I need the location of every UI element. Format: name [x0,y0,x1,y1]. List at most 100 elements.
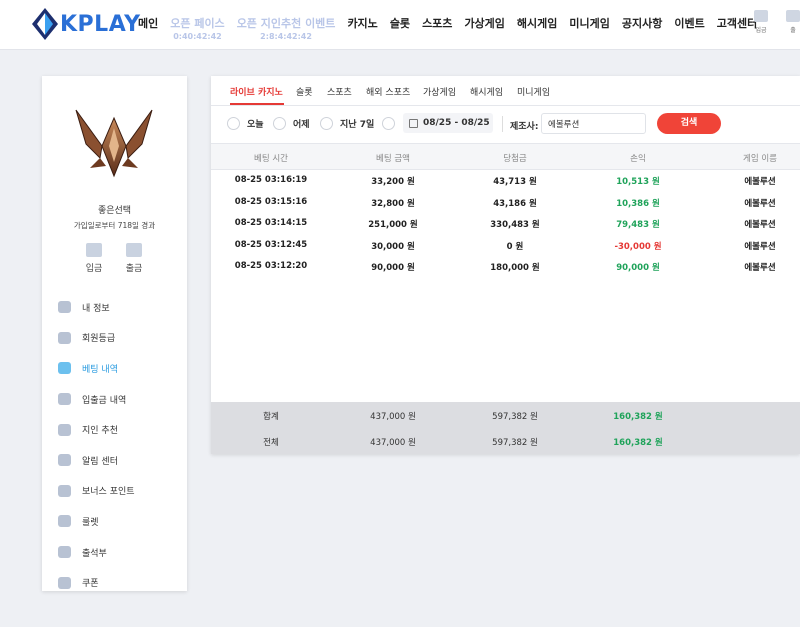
coupon-icon [58,576,71,589]
summary-row-subtotal: 합계 437,000 원 597,382 원 160,382 원 [211,402,800,428]
nav-item-casino[interactable]: 카지노 [347,0,377,31]
roulette-icon [58,515,71,528]
nav-item-main[interactable]: 메인 [138,0,158,31]
cell-profit: 79,483 원 [616,220,660,231]
sidebar-item-notifications[interactable]: 알림 센터 [58,445,178,476]
cell-profit: 90,000 원 [616,263,660,274]
sidebar-item-bet-history[interactable]: 베팅 내역 [58,353,178,384]
tab-live-casino[interactable]: 라이브 카지노 [230,85,283,98]
nav-item-open-promo[interactable]: 오픈 페이스 0:40:42:42 [170,0,224,41]
sidebar-item-bonus-points[interactable]: 보너스 포인트 [58,476,178,507]
top-header: KPLAY 메인 오픈 페이스 0:40:42:42 오픈 지인추천 이벤트 2:8… [0,0,800,50]
column-header-win: 당첨금 [503,154,527,164]
main-nav: 메인 오픈 페이스 0:40:42:42 오픈 지인추천 이벤트 2:8:4:42:… [138,0,769,50]
cell-time: 08-25 03:12:20 [234,261,308,272]
sidebar-item-transactions[interactable]: 입출금 내역 [58,384,178,415]
cell-game: 에볼루션 [744,198,776,209]
nav-item-hash[interactable]: 해시게임 [517,0,557,31]
nav-item-notice[interactable]: 공지사항 [622,0,662,31]
sidebar-item-coupon[interactable]: 쿠폰 [58,567,178,598]
sidebar-item-attendance[interactable]: 출석부 [58,537,178,568]
cell-win: 43,713 원 [493,177,537,187]
tab-sports[interactable]: 스포츠 [327,85,352,98]
tab-virtual[interactable]: 가상게임 [423,85,456,98]
sidebar: 좋은선택 가입일로부터 718일 경과 입금 출금 내 정보 회원등급 베팅 내… [42,76,187,591]
table-header: 베팅 시간 베팅 금액 당첨금 손익 게임 이름 [211,144,800,170]
header-withdraw-button[interactable]: 출 [784,10,800,34]
sidebar-menu: 내 정보 회원등급 베팅 내역 입출금 내역 지인 추천 알림 센터 보너스 포… [58,292,178,598]
column-header-bet: 베팅 금액 [376,154,410,164]
table-body: 08-25 03:16:19 33,200 원 43,713 원 10,513 … [211,170,800,278]
cell-bet: 30,000 원 [371,241,415,252]
summary-profit: 160,382 원 [613,438,663,448]
logo-mark-icon [32,8,58,40]
table-summary: 합계 437,000 원 597,382 원 160,382 원 전체 437,… [211,402,800,454]
cell-game: 에볼루션 [744,177,776,187]
nav-item-referral-event[interactable]: 오픈 지인추천 이벤트 2:8:4:42:42 [237,0,336,41]
cell-profit: 10,386 원 [616,198,660,209]
maker-label: 제조사: [510,122,539,132]
sidebar-deposit-button[interactable]: 입금 [79,243,109,274]
cell-win: 330,483 원 [490,220,540,231]
sidebar-withdraw-button[interactable]: 출금 [119,243,149,274]
sidebar-item-member-grade[interactable]: 회원등급 [58,323,178,354]
kplay-logo[interactable]: KPLAY [32,8,141,40]
table-row[interactable]: 08-25 03:12:20 90,000 원 180,000 원 90,000… [211,256,800,278]
radio-circle-icon [227,117,240,130]
maker-input[interactable] [541,113,646,134]
summary-label: 전체 [263,438,279,448]
sidebar-item-referral[interactable]: 지인 추천 [58,414,178,445]
cell-game: 에볼루션 [744,263,776,274]
cell-time: 08-25 03:16:19 [234,175,308,185]
radio-last-7-days[interactable]: 지난 7일 [320,117,374,130]
sidebar-item-roulette[interactable]: 룰렛 [58,506,178,537]
tab-overseas-sports[interactable]: 해외 스포츠 [366,85,410,98]
nav-item-virtual[interactable]: 가상게임 [464,0,504,31]
header-deposit-button[interactable]: 입금 [752,10,770,34]
summary-row-total: 전체 437,000 원 597,382 원 160,382 원 [211,428,800,454]
table-row[interactable]: 08-25 03:12:45 30,000 원 0 원 -30,000 원 에볼… [211,235,800,257]
nav-item-slot[interactable]: 슬롯 [390,0,410,31]
cell-bet: 90,000 원 [371,263,415,274]
cell-time: 08-25 03:15:16 [234,196,308,207]
cell-game: 에볼루션 [744,220,776,231]
filter-divider [502,116,503,132]
logo-text: KPLAY [60,11,141,37]
wallet-icon [58,393,71,406]
cell-time: 08-25 03:12:45 [234,239,308,250]
tab-slot[interactable]: 슬롯 [296,85,313,98]
withdraw-icon [786,10,800,22]
cell-game: 에볼루션 [744,241,776,252]
table-row[interactable]: 08-25 03:15:16 32,800 원 43,186 원 10,386 … [211,192,800,214]
date-range-picker[interactable]: 08/25 - 08/25 [403,113,493,133]
nav-item-event[interactable]: 이벤트 [674,0,704,31]
summary-bet: 437,000 원 [370,438,416,448]
joined-days: 가입일로부터 718일 경과 [73,221,156,230]
radio-yesterday[interactable]: 어제 [273,117,310,130]
attendance-icon [58,546,71,559]
summary-win: 597,382 원 [492,438,538,448]
radio-today[interactable]: 오늘 [227,117,264,130]
calendar-icon [409,118,418,128]
active-tab-indicator [230,103,284,105]
nav-item-mini[interactable]: 미니게임 [569,0,609,31]
withdraw-icon [126,243,142,257]
summary-win: 597,382 원 [492,412,538,422]
cell-profit: -30,000 원 [614,241,662,252]
nav-item-sports[interactable]: 스포츠 [422,0,452,31]
summary-profit: 160,382 원 [613,412,663,422]
column-header-game: 게임 이름 [743,154,777,164]
sidebar-item-my-info[interactable]: 내 정보 [58,292,178,323]
column-header-profit: 손익 [630,154,646,164]
search-button[interactable]: 검색 [657,113,721,134]
rank-emblem-icon [72,106,156,186]
radio-custom-range[interactable] [382,117,402,130]
tab-mini[interactable]: 미니게임 [517,85,550,98]
cell-bet: 32,800 원 [371,198,415,209]
tab-hash[interactable]: 해시게임 [470,85,503,98]
table-row[interactable]: 08-25 03:16:19 33,200 원 43,713 원 10,513 … [211,170,800,192]
table-row[interactable]: 08-25 03:14:15 251,000 원 330,483 원 79,48… [211,213,800,235]
bonus-icon [58,484,71,497]
bet-history-icon [58,362,71,375]
radio-circle-icon [382,117,395,130]
